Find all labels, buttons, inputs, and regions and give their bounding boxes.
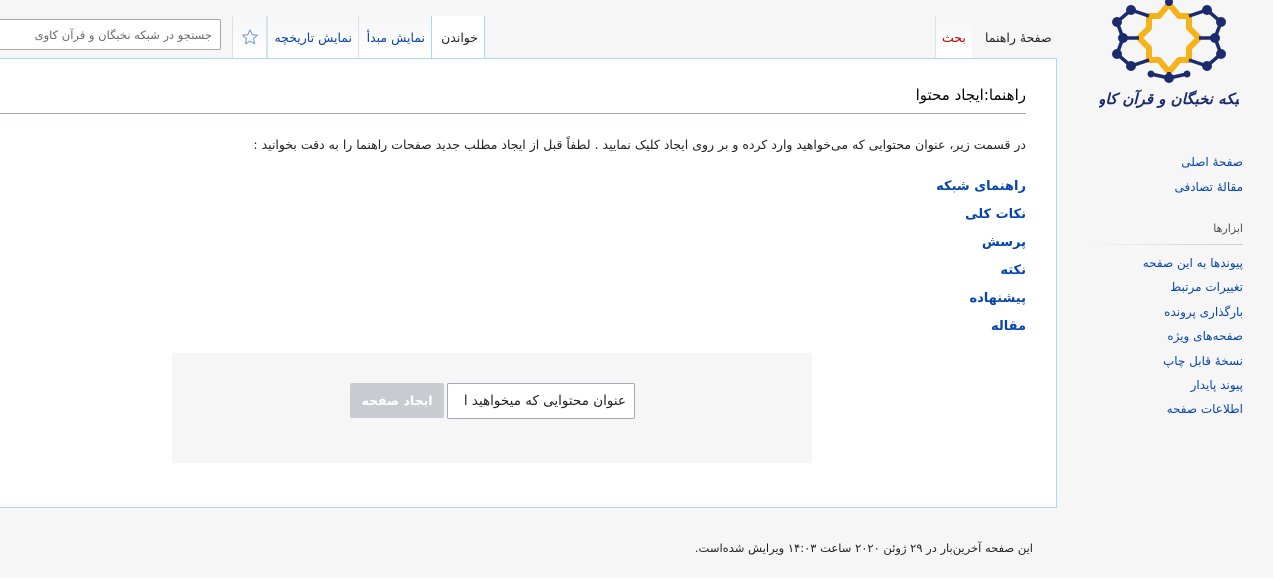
logo-emblem-icon: شبکه نخبگان و قرآن کاوی — [1086, 0, 1253, 108]
tool-special-pages[interactable]: صفحه‌های ویژه — [1143, 324, 1243, 348]
last-modified-notice: این صفحه آخرین‌بار در ۲۹ ژوئن ۲۰۲۰ ساعت … — [694, 541, 1033, 555]
tab-project-page[interactable]: صفحهٔ راهنما — [979, 16, 1058, 58]
title-divider — [0, 113, 1026, 114]
help-links: راهنمای شبکه نکات کلی پرسش نکته پیشنهاده… — [936, 173, 1026, 340]
help-link-article[interactable]: مقاله — [936, 313, 1026, 341]
tools-navigation: پیوندها به این صفحه تغییرات مرتبط بارگذا… — [1143, 251, 1243, 422]
tool-page-information[interactable]: اطلاعات صفحه — [1143, 397, 1243, 421]
nav-item-main-page[interactable]: صفحهٔ اصلی — [1174, 150, 1243, 175]
tabs-bar: صفحهٔ راهنما بحث خواندن نمایش مبدأ نمایش… — [0, 0, 1058, 59]
tab-view-history[interactable]: نمایش تاریخچه — [267, 16, 358, 58]
tab-read[interactable]: خواندن — [431, 16, 485, 59]
page-title: راهنما:ایجاد محتوا — [915, 86, 1026, 104]
content-area: راهنما:ایجاد محتوا در قسمت زیر، عنوان مح… — [0, 58, 1057, 508]
tab-talk[interactable]: بحث — [935, 16, 972, 58]
help-link-network-guide[interactable]: راهنمای شبکه — [936, 173, 1026, 201]
search-input[interactable] — [0, 19, 221, 50]
intro-text: در قسمت زیر، عنوان محتوایی که می‌خواهید … — [253, 137, 1026, 152]
tools-heading: ابزارها — [1213, 222, 1243, 235]
tools-divider — [1085, 244, 1243, 245]
tool-related-changes[interactable]: تغییرات مرتبط — [1143, 275, 1243, 299]
watch-star-button[interactable] — [232, 16, 267, 58]
tool-permanent-link[interactable]: پیوند پایدار — [1143, 373, 1243, 397]
tab-view-source[interactable]: نمایش مبدأ — [358, 16, 431, 58]
nav-item-random-article[interactable]: مقالهٔ تصادفی — [1174, 175, 1243, 200]
tool-what-links-here[interactable]: پیوندها به این صفحه — [1143, 251, 1243, 275]
help-link-tip[interactable]: نکته — [936, 257, 1026, 285]
new-page-title-input[interactable] — [447, 383, 635, 419]
tool-upload-file[interactable]: بارگذاری پرونده — [1143, 300, 1243, 324]
create-page-button[interactable]: ایجاد صفحه — [350, 383, 444, 418]
help-link-question[interactable]: پرسش — [936, 229, 1026, 257]
logo-text: شبکه نخبگان و قرآن کاوی — [1099, 89, 1239, 108]
main-navigation: صفحهٔ اصلی مقالهٔ تصادفی — [1174, 150, 1243, 199]
sidebar: شبکه نخبگان و قرآن کاوی صفحهٔ اصلی مقاله… — [1057, 0, 1273, 578]
site-logo[interactable]: شبکه نخبگان و قرآن کاوی — [1086, 0, 1253, 115]
help-link-general-notes[interactable]: نکات کلی — [936, 201, 1026, 229]
help-link-proposal[interactable]: پیشنهاده — [936, 285, 1026, 313]
create-page-box: ایجاد صفحه — [172, 353, 812, 463]
star-icon — [241, 29, 258, 45]
tool-printable-version[interactable]: نسخهٔ قابل چاپ — [1143, 349, 1243, 373]
